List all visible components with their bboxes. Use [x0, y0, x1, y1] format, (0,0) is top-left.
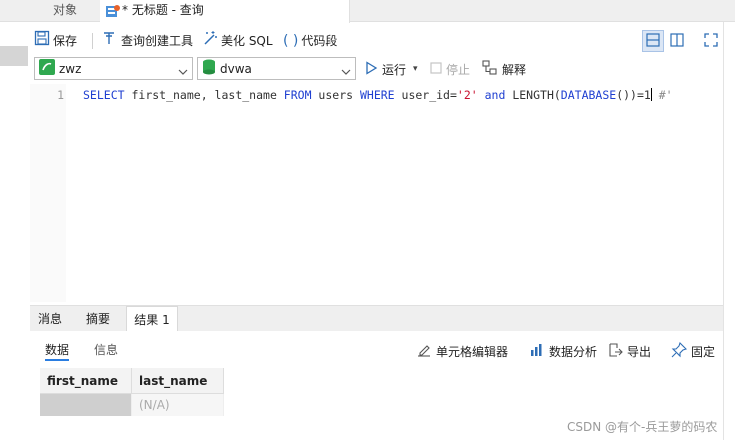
result-toolbar: 数据 信息 单元格编辑器 数据分析 导出 固定	[30, 331, 723, 365]
beautify-sql-button[interactable]: 美化 SQL	[202, 31, 273, 51]
fullscreen-button[interactable]	[700, 30, 722, 52]
save-label: 保存	[53, 34, 78, 48]
sql-editor[interactable]: 1 SELECT first_name, last_name FROM user…	[30, 84, 723, 302]
column-header[interactable]: last_name	[132, 368, 224, 393]
query-builder-button[interactable]: 查询创建工具	[102, 31, 193, 51]
analysis-icon	[529, 342, 545, 361]
save-button[interactable]: 保存	[34, 30, 78, 52]
split-horizontal-icon	[646, 32, 660, 50]
subtab-data[interactable]: 数据	[45, 341, 70, 361]
toolbar: 保存 查询创建工具 美化 SQL ( ) 代码段	[30, 28, 723, 54]
layout-horizontal-button[interactable]	[642, 30, 664, 52]
pin-label: 固定	[691, 344, 716, 359]
tab-result-1[interactable]: 结果 1	[126, 306, 178, 332]
explain-icon	[482, 59, 498, 79]
tab-bar: 对象 * 无标题 - 查询	[0, 0, 735, 23]
watermark: CSDN @有个-兵王萝的码农	[567, 420, 718, 434]
result-grid[interactable]: first_name last_name (N/A)	[40, 368, 224, 416]
database-icon	[202, 59, 216, 78]
save-icon	[34, 30, 50, 52]
tab-summary[interactable]: 摘要	[78, 306, 118, 332]
table-row[interactable]: (N/A)	[40, 394, 224, 416]
sql-text: users	[311, 88, 360, 102]
sql-text: first_name, last_name	[124, 88, 284, 102]
grid-cell[interactable]: (N/A)	[132, 394, 224, 416]
pin-button[interactable]: 固定	[671, 341, 715, 361]
fullscreen-icon	[704, 32, 718, 50]
magic-wand-icon	[202, 30, 218, 52]
run-button[interactable]: 运行 ▾	[364, 59, 418, 79]
chevron-down-icon	[341, 65, 351, 79]
left-panel-handle[interactable]	[0, 46, 28, 66]
stop-icon	[430, 61, 442, 77]
result-panel-tabs: 消息 摘要 结果 1	[30, 305, 723, 332]
run-label: 运行	[382, 62, 407, 77]
query-icon	[106, 4, 120, 17]
sql-text: ())=1	[616, 88, 651, 102]
run-dropdown-icon[interactable]: ▾	[413, 64, 418, 74]
server-value: zwz	[59, 61, 82, 76]
snippet-label: 代码段	[301, 34, 338, 48]
sql-keyword: WHERE	[359, 88, 395, 102]
parentheses-icon: ( )	[283, 33, 299, 49]
sql-string: '2'	[456, 88, 478, 102]
sql-keyword: DATABASE	[560, 88, 617, 102]
connection-row: zwz dvwa 运行 ▾ 停止 解释	[30, 57, 723, 81]
layout-vertical-button[interactable]	[666, 30, 688, 52]
data-analysis-label: 数据分析	[549, 344, 598, 359]
sql-code-line[interactable]: SELECT first_name, last_name FROM users …	[83, 88, 673, 102]
tab-query[interactable]: * 无标题 - 查询	[100, 0, 350, 23]
export-label: 导出	[627, 344, 652, 359]
explain-label: 解释	[502, 62, 527, 77]
toolbar-separator	[92, 33, 93, 49]
sql-text: LENGTH(	[505, 88, 561, 102]
tab-objects[interactable]: 对象	[30, 0, 100, 22]
query-builder-icon	[102, 30, 118, 52]
subtab-info[interactable]: 信息	[94, 341, 118, 361]
beautify-sql-label: 美化 SQL	[221, 34, 273, 48]
sql-text: user_id=	[394, 88, 457, 102]
left-strip	[0, 22, 30, 440]
sql-keyword: and	[484, 88, 506, 102]
column-header[interactable]: first_name	[40, 368, 132, 393]
query-tab-label: * 无标题 - 查询	[122, 3, 204, 17]
data-analysis-button[interactable]: 数据分析	[529, 341, 597, 361]
cell-editor-button[interactable]: 单元格编辑器	[416, 341, 508, 361]
database-value: dvwa	[220, 61, 252, 76]
connection-icon	[39, 59, 55, 78]
edit-icon	[416, 342, 432, 361]
database-select[interactable]: dvwa	[197, 57, 356, 80]
query-builder-label: 查询创建工具	[121, 34, 194, 48]
server-select[interactable]: zwz	[34, 57, 193, 80]
play-icon	[364, 60, 378, 78]
pin-icon	[671, 341, 688, 361]
grid-header: first_name last_name	[40, 368, 224, 394]
grid-cell[interactable]	[40, 394, 132, 416]
line-gutter: 1	[30, 84, 66, 302]
snippet-button[interactable]: ( ) 代码段	[283, 31, 337, 51]
line-number: 1	[57, 88, 64, 102]
stop-button[interactable]: 停止	[430, 59, 470, 79]
export-button[interactable]: 导出	[607, 341, 651, 361]
right-divider	[723, 22, 724, 440]
export-icon	[607, 342, 623, 361]
sql-keyword: FROM	[283, 88, 312, 102]
chevron-down-icon	[178, 65, 188, 79]
split-vertical-icon	[670, 32, 684, 50]
cell-editor-label: 单元格编辑器	[436, 344, 509, 359]
explain-button[interactable]: 解释	[482, 59, 526, 79]
stop-label: 停止	[446, 62, 471, 77]
sql-comment: #'	[651, 88, 673, 102]
sql-keyword: SELECT	[83, 88, 125, 102]
tab-messages[interactable]: 消息	[30, 306, 70, 332]
